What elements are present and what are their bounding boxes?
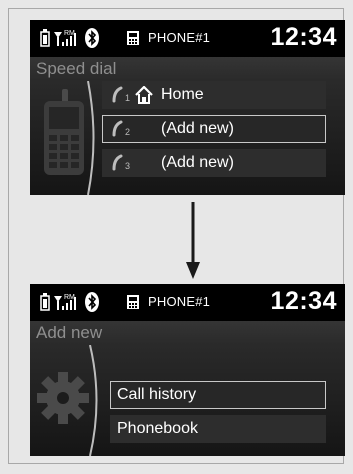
speed-dial-label: (Add new) (161, 154, 234, 171)
phone-handset-icon (112, 86, 123, 103)
clock: 12:34 (270, 23, 337, 51)
screen-body: Call history Phonebook (30, 345, 345, 456)
battery-icon (40, 29, 50, 47)
phone-device-icon (127, 295, 139, 309)
home-icon (135, 86, 153, 104)
down-arrow-icon (186, 202, 200, 279)
phone-handset-icon (112, 154, 123, 171)
bluetooth-icon (85, 28, 99, 48)
status-bar: RM PHONE#1 12:34 (30, 284, 345, 321)
speed-dial-screen: RM PHONE#1 12:34 Speed dial 1 Home 2 (Ad… (30, 20, 345, 195)
status-icons: RM (40, 28, 99, 48)
add-new-screen: RM PHONE#1 12:34 Add new Call history Ph… (30, 284, 345, 456)
phone-label: PHONE#1 (148, 30, 211, 45)
speed-dial-item-3[interactable]: 3 (Add new) (102, 149, 326, 177)
cellphone-icon (44, 89, 84, 175)
phone-device-icon (127, 31, 139, 45)
speed-dial-label: (Add new) (161, 120, 234, 137)
speed-dial-number: 2 (125, 127, 131, 137)
status-icons: RM (40, 292, 99, 312)
arc-divider (89, 345, 98, 456)
menu-item-phonebook[interactable]: Phonebook (110, 415, 326, 443)
phone-label: PHONE#1 (148, 294, 211, 309)
screen-title: Speed dial (30, 57, 345, 81)
status-bar: RM PHONE#1 12:34 (30, 20, 345, 57)
roaming-label: RM (64, 30, 75, 37)
gear-icon (37, 372, 89, 424)
speed-dial-number: 3 (125, 161, 131, 171)
speed-dial-item-1[interactable]: 1 Home (102, 81, 326, 109)
phone-handset-icon (112, 120, 123, 137)
speed-dial-item-2[interactable]: 2 (Add new) (102, 115, 326, 143)
menu-item-call-history[interactable]: Call history (110, 381, 326, 409)
battery-icon (40, 293, 50, 311)
bluetooth-icon (85, 292, 99, 312)
speed-dial-label: Home (161, 86, 204, 103)
arc-divider (87, 81, 95, 195)
roaming-label: RM (64, 294, 75, 301)
clock: 12:34 (270, 287, 337, 315)
speed-dial-number: 1 (125, 93, 131, 103)
screen-title: Add new (30, 321, 345, 345)
screen-body: 1 Home 2 (Add new) 3 (Add new) (30, 81, 345, 195)
